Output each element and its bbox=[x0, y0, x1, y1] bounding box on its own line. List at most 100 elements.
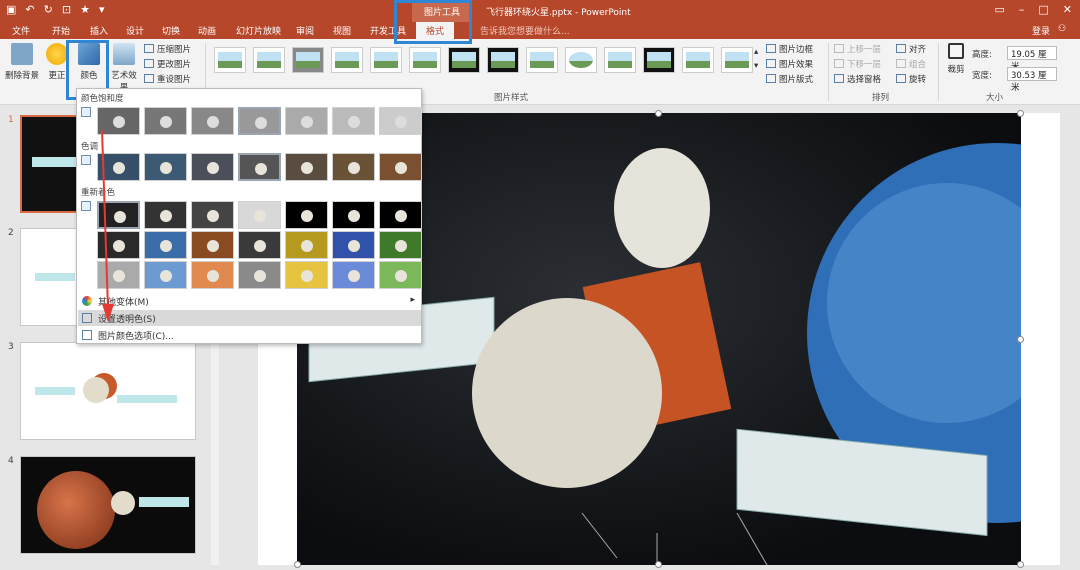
picture-style-10[interactable] bbox=[565, 47, 597, 73]
picture-style-5[interactable] bbox=[370, 47, 402, 73]
color-swatch[interactable] bbox=[238, 153, 281, 181]
color-swatch[interactable] bbox=[144, 107, 187, 135]
picture-style-12[interactable] bbox=[643, 47, 675, 73]
more-variants-item[interactable]: 其他变体(M) ▸ bbox=[78, 293, 421, 309]
color-swatch[interactable] bbox=[332, 153, 375, 181]
minimize-icon[interactable]: – bbox=[1019, 3, 1025, 16]
color-swatch[interactable] bbox=[238, 201, 281, 229]
color-swatch[interactable] bbox=[191, 153, 234, 181]
undo-icon[interactable]: ↶ bbox=[25, 3, 34, 16]
color-swatch[interactable] bbox=[379, 231, 422, 259]
picture-style-8[interactable] bbox=[487, 47, 519, 73]
picture-style-11[interactable] bbox=[604, 47, 636, 73]
save-icon[interactable]: ▣ bbox=[6, 3, 16, 16]
picture-style-14[interactable] bbox=[721, 47, 753, 73]
picture-style-13[interactable] bbox=[682, 47, 714, 73]
align-button[interactable]: 对齐 bbox=[896, 43, 926, 55]
picture-color-options-item[interactable]: 图片颜色选项(C)... bbox=[78, 327, 421, 343]
color-swatch[interactable] bbox=[379, 107, 422, 135]
picture-style-7[interactable] bbox=[448, 47, 480, 73]
resize-handle[interactable] bbox=[294, 561, 301, 568]
maximize-icon[interactable]: □ bbox=[1038, 3, 1048, 16]
redo-icon[interactable]: ↻ bbox=[44, 3, 53, 16]
picture-style-6[interactable] bbox=[409, 47, 441, 73]
color-swatch[interactable] bbox=[144, 153, 187, 181]
star-icon[interactable]: ★ bbox=[80, 3, 90, 16]
login-link[interactable]: 登录 bbox=[1032, 24, 1050, 37]
color-swatch[interactable] bbox=[379, 201, 422, 229]
rotate-button[interactable]: 旋转 bbox=[896, 73, 926, 85]
ribbon-options-icon[interactable]: ▭ bbox=[994, 3, 1004, 16]
color-swatch[interactable] bbox=[285, 107, 328, 135]
color-swatch[interactable] bbox=[285, 201, 328, 229]
tab-file[interactable]: 文件 bbox=[12, 24, 30, 37]
resize-handle[interactable] bbox=[655, 561, 662, 568]
color-button[interactable]: 颜色 bbox=[74, 43, 104, 81]
picture-effects-button[interactable]: 图片效果 bbox=[766, 58, 813, 70]
color-swatch[interactable] bbox=[238, 231, 281, 259]
picture-style-2[interactable] bbox=[253, 47, 285, 73]
height-field[interactable]: 19.05 厘米 bbox=[1007, 46, 1057, 72]
share-button[interactable]: ⚇ bbox=[1058, 24, 1066, 34]
tab-animations[interactable]: 动画 bbox=[198, 24, 216, 37]
change-picture-button[interactable]: 更改图片 bbox=[144, 58, 191, 70]
picture-border-button[interactable]: 图片边框 bbox=[766, 43, 813, 55]
tab-format[interactable]: 格式 bbox=[416, 22, 455, 39]
selection-pane-button[interactable]: 选择窗格 bbox=[834, 73, 881, 85]
tab-transitions[interactable]: 切换 bbox=[162, 24, 180, 37]
slide-thumbnail-3[interactable] bbox=[20, 342, 196, 440]
tab-home[interactable]: 开始 bbox=[52, 24, 70, 37]
close-icon[interactable]: ✕ bbox=[1063, 3, 1072, 16]
tell-me-search[interactable]: 告诉我您想要做什么... bbox=[480, 24, 570, 37]
color-swatch[interactable] bbox=[379, 153, 422, 181]
set-transparent-color-item[interactable]: 设置透明色(S) bbox=[78, 310, 421, 326]
tab-insert[interactable]: 插入 bbox=[90, 24, 108, 37]
color-swatch[interactable] bbox=[144, 201, 187, 229]
color-swatch[interactable] bbox=[285, 231, 328, 259]
resize-handle[interactable] bbox=[655, 110, 662, 117]
color-swatch[interactable] bbox=[191, 107, 234, 135]
remove-background-button[interactable]: 删除背景 bbox=[4, 43, 40, 81]
picture-style-4[interactable] bbox=[331, 47, 363, 73]
color-swatch[interactable] bbox=[191, 201, 234, 229]
resize-handle[interactable] bbox=[1017, 561, 1024, 568]
picture-style-3[interactable] bbox=[292, 47, 324, 73]
tab-view[interactable]: 视图 bbox=[333, 24, 351, 37]
color-swatch[interactable] bbox=[332, 261, 375, 289]
picture-style-1[interactable] bbox=[214, 47, 246, 73]
color-swatch[interactable] bbox=[238, 261, 281, 289]
resize-handle[interactable] bbox=[1017, 336, 1024, 343]
color-swatch[interactable] bbox=[191, 261, 234, 289]
width-field[interactable]: 30.53 厘米 bbox=[1007, 67, 1057, 93]
color-swatch[interactable] bbox=[285, 261, 328, 289]
tab-design[interactable]: 设计 bbox=[126, 24, 144, 37]
styles-scroll-up-icon[interactable]: ▴ bbox=[754, 47, 758, 57]
color-swatch[interactable] bbox=[191, 231, 234, 259]
color-swatch[interactable] bbox=[332, 107, 375, 135]
present-icon[interactable]: ⊡ bbox=[62, 3, 71, 16]
color-swatch[interactable] bbox=[285, 153, 328, 181]
group-button[interactable]: 组合 bbox=[896, 58, 926, 70]
color-swatch[interactable] bbox=[332, 201, 375, 229]
reset-picture-button[interactable]: 重设图片 bbox=[144, 73, 191, 85]
tab-slideshow[interactable]: 幻灯片放映 bbox=[236, 24, 281, 37]
picture-style-9[interactable] bbox=[526, 47, 558, 73]
styles-scroll-down-icon[interactable]: ▾ bbox=[754, 61, 758, 71]
resize-handle[interactable] bbox=[1017, 110, 1024, 117]
customize-icon[interactable]: ▾ bbox=[99, 3, 105, 16]
crop-button[interactable]: 裁剪 bbox=[944, 43, 968, 75]
bring-forward-button[interactable]: 上移一层 bbox=[834, 43, 881, 55]
color-swatch[interactable] bbox=[332, 231, 375, 259]
tab-review[interactable]: 审阅 bbox=[296, 24, 314, 37]
picture-layout-button[interactable]: 图片版式 bbox=[766, 73, 813, 85]
artistic-effects-button[interactable]: 艺术效果 bbox=[108, 43, 140, 93]
send-backward-button[interactable]: 下移一层 bbox=[834, 58, 881, 70]
slide-thumbnail-4[interactable] bbox=[20, 456, 196, 554]
color-swatch[interactable] bbox=[238, 107, 281, 135]
color-swatch[interactable] bbox=[144, 261, 187, 289]
compress-pictures-button[interactable]: 压缩图片 bbox=[144, 43, 191, 55]
corrections-button[interactable]: 更正 bbox=[46, 43, 68, 81]
color-swatch[interactable] bbox=[379, 261, 422, 289]
color-swatch[interactable] bbox=[144, 231, 187, 259]
tab-developer[interactable]: 开发工具 bbox=[370, 24, 406, 37]
